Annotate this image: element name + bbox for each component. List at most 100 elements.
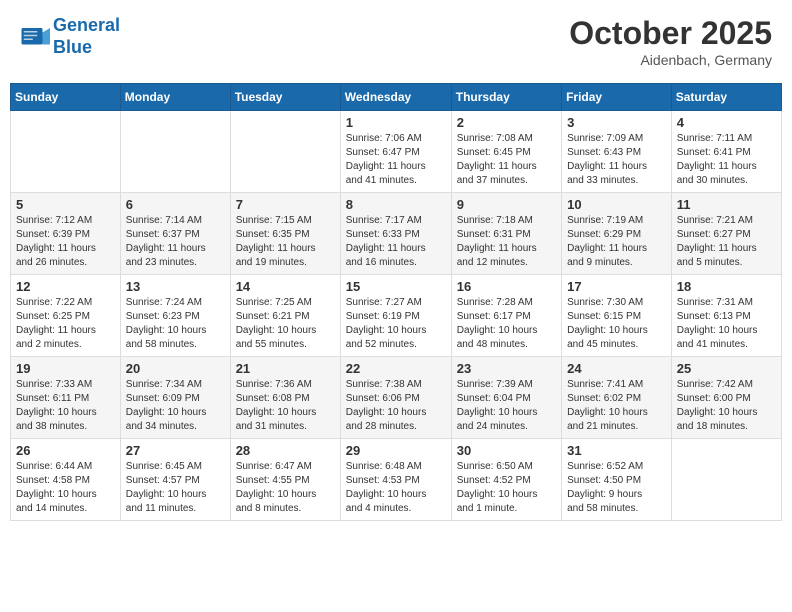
weekday-header-wednesday: Wednesday [340,84,451,111]
day-info: Sunrise: 7:08 AM Sunset: 6:45 PM Dayligh… [457,132,556,188]
day-number: 25 [677,361,776,376]
calendar-cell: 13 Sunrise: 7:24 AM Sunset: 6:23 PM Dayli… [120,275,230,357]
day-number: 9 [457,197,556,212]
weekday-header-row: SundayMondayTuesdayWednesdayThursdayFrid… [11,84,782,111]
day-info: Sunrise: 7:31 AM Sunset: 6:13 PM Dayligh… [677,296,776,352]
calendar-cell: 29 Sunrise: 6:48 AM Sunset: 4:53 PM Dayli… [340,439,451,521]
day-number: 6 [126,197,225,212]
calendar-cell: 16Sunrise: 7:28 AM Sunset: 6:17 PM Dayli… [451,275,561,357]
day-number: 16 [457,279,556,294]
day-info: Sunrise: 7:33 AM Sunset: 6:11 PM Dayligh… [16,378,115,434]
day-info: Sunrise: 7:22 AM Sunset: 6:25 PM Dayligh… [16,296,115,352]
calendar-cell: 15 Sunrise: 7:27 AM Sunset: 6:19 PM Dayli… [340,275,451,357]
day-number: 31 [567,443,666,458]
calendar-cell [120,111,230,193]
day-number: 24 [567,361,666,376]
calendar-week-row: 19Sunrise: 7:33 AM Sunset: 6:11 PM Dayli… [11,357,782,439]
weekday-header-sunday: Sunday [11,84,121,111]
weekday-header-friday: Friday [562,84,672,111]
day-info: Sunrise: 7:27 AM Sunset: 6:19 PM Dayligh… [346,296,446,352]
calendar-cell: 8 Sunrise: 7:17 AM Sunset: 6:33 PM Daylig… [340,193,451,275]
day-info: Sunrise: 7:36 AM Sunset: 6:08 PM Dayligh… [236,378,335,434]
logo-general: General [53,15,120,35]
day-number: 8 [346,197,446,212]
day-number: 29 [346,443,446,458]
calendar-cell: 10Sunrise: 7:19 AM Sunset: 6:29 PM Dayli… [562,193,672,275]
calendar-cell [230,111,340,193]
day-number: 18 [677,279,776,294]
logo-text: General Blue [53,15,120,58]
location: Aidenbach, Germany [569,52,772,68]
day-info: Sunrise: 7:30 AM Sunset: 6:15 PM Dayligh… [567,296,666,352]
day-number: 17 [567,279,666,294]
day-info: Sunrise: 6:47 AM Sunset: 4:55 PM Dayligh… [236,460,335,516]
day-number: 1 [346,115,446,130]
day-number: 12 [16,279,115,294]
calendar-cell: 23 Sunrise: 7:39 AM Sunset: 6:04 PM Dayli… [451,357,561,439]
day-number: 7 [236,197,335,212]
day-number: 22 [346,361,446,376]
day-info: Sunrise: 7:19 AM Sunset: 6:29 PM Dayligh… [567,214,666,270]
day-info: Sunrise: 6:44 AM Sunset: 4:58 PM Dayligh… [16,460,115,516]
calendar-cell: 7 Sunrise: 7:15 AM Sunset: 6:35 PM Daylig… [230,193,340,275]
calendar-cell: 5 Sunrise: 7:12 AM Sunset: 6:39 PM Daylig… [11,193,121,275]
logo-blue: Blue [53,37,120,59]
day-number: 15 [346,279,446,294]
day-info: Sunrise: 6:45 AM Sunset: 4:57 PM Dayligh… [126,460,225,516]
day-info: Sunrise: 7:38 AM Sunset: 6:06 PM Dayligh… [346,378,446,434]
calendar-cell: 31 Sunrise: 6:52 AM Sunset: 4:50 PM Dayli… [562,439,672,521]
day-number: 4 [677,115,776,130]
calendar-week-row: 26 Sunrise: 6:44 AM Sunset: 4:58 PM Dayli… [11,439,782,521]
title-block: October 2025 Aidenbach, Germany [569,15,772,68]
calendar-cell: 12 Sunrise: 7:22 AM Sunset: 6:25 PM Dayli… [11,275,121,357]
day-info: Sunrise: 7:42 AM Sunset: 6:00 PM Dayligh… [677,378,776,434]
day-number: 27 [126,443,225,458]
calendar-cell: 25 Sunrise: 7:42 AM Sunset: 6:00 PM Dayli… [671,357,781,439]
day-info: Sunrise: 7:09 AM Sunset: 6:43 PM Dayligh… [567,132,666,188]
day-info: Sunrise: 7:39 AM Sunset: 6:04 PM Dayligh… [457,378,556,434]
day-number: 14 [236,279,335,294]
calendar-cell: 6Sunrise: 7:14 AM Sunset: 6:37 PM Daylig… [120,193,230,275]
calendar-cell: 11 Sunrise: 7:21 AM Sunset: 6:27 PM Dayli… [671,193,781,275]
weekday-header-tuesday: Tuesday [230,84,340,111]
day-number: 20 [126,361,225,376]
day-info: Sunrise: 7:15 AM Sunset: 6:35 PM Dayligh… [236,214,335,270]
day-info: Sunrise: 7:41 AM Sunset: 6:02 PM Dayligh… [567,378,666,434]
day-number: 23 [457,361,556,376]
day-info: Sunrise: 7:24 AM Sunset: 6:23 PM Dayligh… [126,296,225,352]
logo-icon [20,22,50,52]
month-title: October 2025 [569,15,772,52]
logo: General Blue [20,15,120,58]
day-info: Sunrise: 7:12 AM Sunset: 6:39 PM Dayligh… [16,214,115,270]
day-info: Sunrise: 7:21 AM Sunset: 6:27 PM Dayligh… [677,214,776,270]
calendar-cell: 22 Sunrise: 7:38 AM Sunset: 6:06 PM Dayli… [340,357,451,439]
day-info: Sunrise: 6:50 AM Sunset: 4:52 PM Dayligh… [457,460,556,516]
day-info: Sunrise: 6:52 AM Sunset: 4:50 PM Dayligh… [567,460,666,516]
day-number: 11 [677,197,776,212]
calendar-cell: 27 Sunrise: 6:45 AM Sunset: 4:57 PM Dayli… [120,439,230,521]
day-number: 28 [236,443,335,458]
day-number: 13 [126,279,225,294]
weekday-header-monday: Monday [120,84,230,111]
day-info: Sunrise: 7:17 AM Sunset: 6:33 PM Dayligh… [346,214,446,270]
day-number: 5 [16,197,115,212]
calendar-cell: 4Sunrise: 7:11 AM Sunset: 6:41 PM Daylig… [671,111,781,193]
calendar-cell: 24 Sunrise: 7:41 AM Sunset: 6:02 PM Dayli… [562,357,672,439]
calendar-cell: 1 Sunrise: 7:06 AM Sunset: 6:47 PM Daylig… [340,111,451,193]
weekday-header-saturday: Saturday [671,84,781,111]
calendar-week-row: 1 Sunrise: 7:06 AM Sunset: 6:47 PM Daylig… [11,111,782,193]
calendar-cell: 17 Sunrise: 7:30 AM Sunset: 6:15 PM Dayli… [562,275,672,357]
calendar-cell: 2 Sunrise: 7:08 AM Sunset: 6:45 PM Daylig… [451,111,561,193]
day-info: Sunrise: 7:34 AM Sunset: 6:09 PM Dayligh… [126,378,225,434]
calendar-cell: 18 Sunrise: 7:31 AM Sunset: 6:13 PM Dayli… [671,275,781,357]
calendar-cell: 21Sunrise: 7:36 AM Sunset: 6:08 PM Dayli… [230,357,340,439]
day-number: 2 [457,115,556,130]
day-number: 26 [16,443,115,458]
day-info: Sunrise: 6:48 AM Sunset: 4:53 PM Dayligh… [346,460,446,516]
calendar-cell: 19Sunrise: 7:33 AM Sunset: 6:11 PM Dayli… [11,357,121,439]
calendar-cell [671,439,781,521]
calendar-cell: 3 Sunrise: 7:09 AM Sunset: 6:43 PM Daylig… [562,111,672,193]
day-info: Sunrise: 7:06 AM Sunset: 6:47 PM Dayligh… [346,132,446,188]
calendar-week-row: 12 Sunrise: 7:22 AM Sunset: 6:25 PM Dayli… [11,275,782,357]
day-number: 3 [567,115,666,130]
